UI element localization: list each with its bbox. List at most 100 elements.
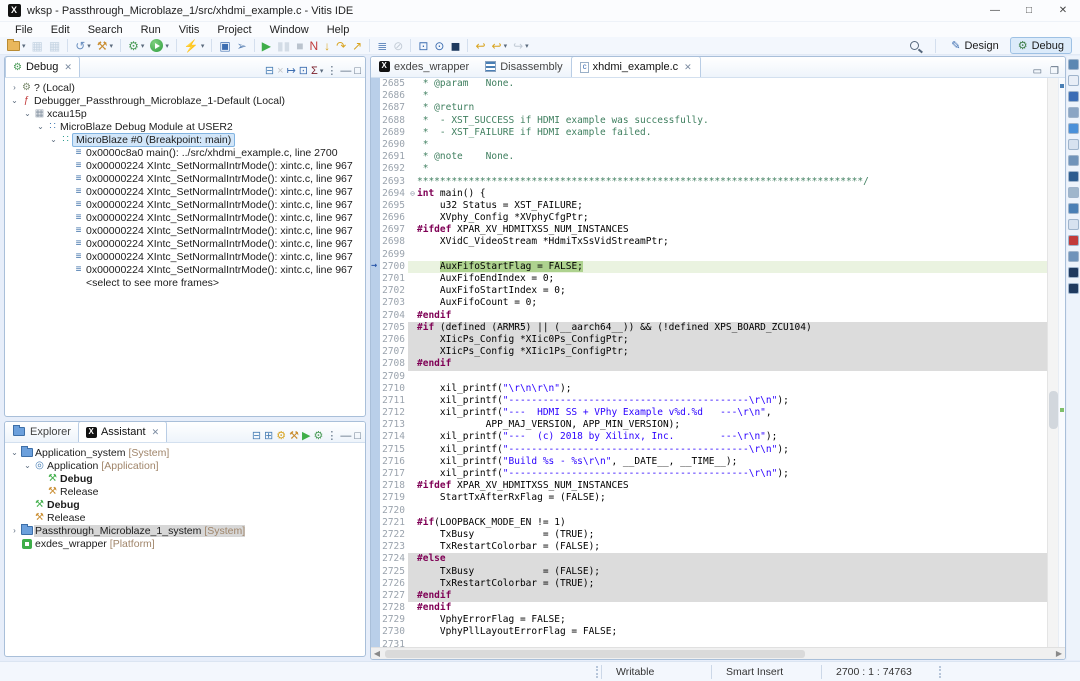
- line-number[interactable]: 2718: [380, 480, 408, 492]
- code-line-2705[interactable]: 2705#if (defined (ARMR5) || (__aarch64__…: [371, 322, 1047, 334]
- chevron-down-icon[interactable]: ▾: [201, 42, 205, 50]
- annotation-ruler[interactable]: [371, 358, 380, 370]
- code-text[interactable]: TxRestartColorbar = (FALSE);: [417, 541, 1047, 553]
- restore-modules-icon[interactable]: [1068, 187, 1079, 198]
- annotation-ruler[interactable]: [371, 529, 380, 541]
- suspend-button[interactable]: ▮▮: [275, 37, 292, 54]
- remove-all-icon[interactable]: ×: [277, 65, 283, 77]
- maximize-view-icon[interactable]: □: [354, 430, 361, 442]
- minimize-editor-icon[interactable]: ▭: [1033, 66, 1042, 77]
- run-icon[interactable]: ▶: [302, 430, 310, 442]
- code-text[interactable]: xil_printf("Build %s - %s\r\n", __DATE__…: [417, 456, 1047, 468]
- chevron-down-icon[interactable]: ▾: [320, 67, 324, 75]
- code-line-2695[interactable]: 2695 u32 Status = XST_FAILURE;: [371, 200, 1047, 212]
- code-text[interactable]: xil_printf("----------------------------…: [417, 444, 1047, 456]
- restore-vitis-log-icon[interactable]: [1068, 251, 1079, 262]
- annotation-ruler[interactable]: [371, 310, 380, 322]
- tree-item[interactable]: ⚒Debug: [5, 498, 365, 511]
- line-number[interactable]: 2690: [380, 139, 408, 151]
- code-text[interactable]: *: [417, 90, 1047, 102]
- annotation-ruler[interactable]: [371, 419, 380, 431]
- close-icon[interactable]: ✕: [64, 62, 72, 73]
- fold-marker[interactable]: ⊖: [408, 188, 417, 200]
- line-number[interactable]: 2714: [380, 431, 408, 443]
- menu-item-edit[interactable]: Edit: [42, 24, 79, 36]
- line-number[interactable]: 2707: [380, 346, 408, 358]
- line-number[interactable]: 2722: [380, 529, 408, 541]
- code-text[interactable]: #endif: [417, 310, 1047, 322]
- code-text[interactable]: APP_MAJ_VERSION, APP_MIN_VERSION);: [417, 419, 1047, 431]
- annotation-ruler[interactable]: [371, 444, 380, 456]
- annotation-ruler[interactable]: [371, 297, 380, 309]
- tree-item[interactable]: ⌄◎Application [Application]: [5, 459, 365, 472]
- code-text[interactable]: [417, 505, 1047, 517]
- code-line-2708[interactable]: 2708#endif: [371, 358, 1047, 370]
- tree-item[interactable]: ≡0x00000224 XIntc_SetNormalIntrMode(): x…: [5, 159, 365, 172]
- tree-item[interactable]: ≡0x00000224 XIntc_SetNormalIntrMode(): x…: [5, 237, 365, 250]
- code-editor[interactable]: 2685 * @param None.2686 *2687 * @return2…: [371, 78, 1047, 647]
- code-line-2723[interactable]: 2723 TxRestartColorbar = (FALSE);: [371, 541, 1047, 553]
- chevron-down-icon[interactable]: ▾: [165, 42, 169, 50]
- disconnect-button[interactable]: N: [307, 37, 320, 54]
- debug-button[interactable]: ⚙▾: [126, 37, 146, 54]
- code-text[interactable]: #ifdef XPAR_XV_HDMITXSS_NUM_INSTANCES: [417, 480, 1047, 492]
- annotation-ruler[interactable]: [371, 480, 380, 492]
- select-tool-button[interactable]: ➢: [235, 37, 249, 54]
- code-text[interactable]: #if (defined (ARMR5) || (__aarch64__)) &…: [417, 322, 1047, 334]
- code-line-2691[interactable]: 2691 * @note None.: [371, 151, 1047, 163]
- annotation-ruler[interactable]: [371, 102, 380, 114]
- code-line-2690[interactable]: 2690 *: [371, 139, 1047, 151]
- code-text[interactable]: XIicPs_Config *XIic1Ps_ConfigPtr;: [417, 346, 1047, 358]
- code-line-2722[interactable]: 2722 TxBusy = (TRUE);: [371, 529, 1047, 541]
- code-text[interactable]: #else: [417, 553, 1047, 565]
- annotation-ruler[interactable]: [371, 322, 380, 334]
- step-into-button[interactable]: ↓: [322, 37, 332, 54]
- code-line-2697[interactable]: 2697#ifdef XPAR_XV_HDMITXSS_NUM_INSTANCE…: [371, 224, 1047, 236]
- line-number[interactable]: 2698: [380, 236, 408, 248]
- tree-item[interactable]: ⌄∷MicroBlaze #0 (Breakpoint: main): [5, 133, 365, 146]
- view-menu-icon[interactable]: ⋮: [326, 65, 337, 77]
- annotation-ruler[interactable]: [371, 456, 380, 468]
- chevron-down-icon[interactable]: ⌄: [22, 461, 33, 470]
- annotation-ruler[interactable]: [371, 212, 380, 224]
- line-number[interactable]: 2692: [380, 163, 408, 175]
- minimize-window-button[interactable]: —: [978, 0, 1012, 22]
- restore-outline-icon[interactable]: [1068, 75, 1079, 86]
- close-icon[interactable]: ✕: [684, 62, 692, 73]
- annotation-ruler[interactable]: [371, 163, 380, 175]
- tree-item[interactable]: ⌄ƒDebugger_Passthrough_Microblaze_1-Defa…: [5, 94, 365, 107]
- restore-xsct-console-icon[interactable]: [1068, 171, 1079, 182]
- code-line-2687[interactable]: 2687 * @return: [371, 102, 1047, 114]
- code-line-2717[interactable]: 2717 xil_printf("-----------------------…: [371, 468, 1047, 480]
- annotation-ruler[interactable]: [371, 285, 380, 297]
- code-line-2692[interactable]: 2692 *: [371, 163, 1047, 175]
- step-return-button[interactable]: ↗: [350, 37, 364, 54]
- annotation-ruler[interactable]: [371, 334, 380, 346]
- annotation-ruler[interactable]: [371, 492, 380, 504]
- code-line-2715[interactable]: 2715 xil_printf("-----------------------…: [371, 444, 1047, 456]
- code-line-2698[interactable]: 2698 XVidC_VideoStream *HdmiTxSsVidStrea…: [371, 236, 1047, 248]
- line-number[interactable]: 2697: [380, 224, 408, 236]
- code-line-2714[interactable]: 2714 xil_printf("--- (c) 2018 by Xilinx,…: [371, 431, 1047, 443]
- tree-item[interactable]: ≡0x00000224 XIntc_SetNormalIntrMode(): x…: [5, 250, 365, 263]
- close-window-button[interactable]: ✕: [1046, 0, 1080, 22]
- annotation-ruler[interactable]: [371, 273, 380, 285]
- annotation-ruler[interactable]: [371, 395, 380, 407]
- settings-icon[interactable]: ⚙: [276, 430, 286, 442]
- code-text[interactable]: XVphy_Config *XVphyCfgPtr;: [417, 212, 1047, 224]
- code-line-2728[interactable]: 2728#endif: [371, 602, 1047, 614]
- line-number[interactable]: 2686: [380, 90, 408, 102]
- annotation-ruler[interactable]: [371, 151, 380, 163]
- annotation-ruler[interactable]: [371, 176, 380, 188]
- tree-item[interactable]: ⚒Debug: [5, 472, 365, 485]
- chevron-down-icon[interactable]: ⌄: [48, 135, 59, 144]
- code-line-2702[interactable]: 2702 AuxFifoStartIndex = 0;: [371, 285, 1047, 297]
- maximize-editor-icon[interactable]: ❐: [1050, 66, 1059, 77]
- program-flash-button[interactable]: ⚡▾: [182, 37, 206, 54]
- line-number[interactable]: 2721: [380, 517, 408, 529]
- tab-debug-view[interactable]: ⚙ Debug ✕: [5, 56, 80, 77]
- code-line-2693[interactable]: 2693************************************…: [371, 176, 1047, 188]
- code-text[interactable]: xil_printf("----------------------------…: [417, 395, 1047, 407]
- line-number[interactable]: 2693: [380, 176, 408, 188]
- code-line-2686[interactable]: 2686 *: [371, 90, 1047, 102]
